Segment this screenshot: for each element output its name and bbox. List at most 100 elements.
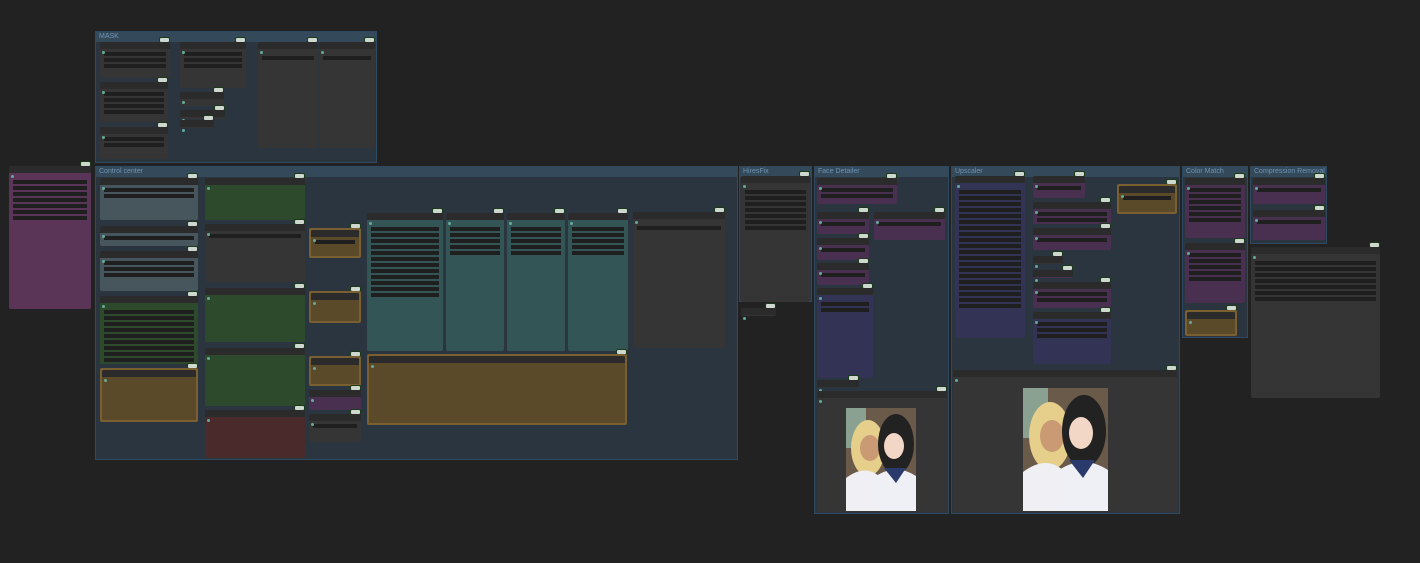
node-widget[interactable] bbox=[1189, 200, 1241, 204]
node-widget[interactable] bbox=[1189, 188, 1241, 192]
node-widget[interactable] bbox=[511, 233, 561, 237]
input-slot[interactable] bbox=[207, 419, 210, 422]
node-widget[interactable] bbox=[104, 58, 166, 62]
node-widget[interactable] bbox=[745, 214, 806, 218]
node-widget[interactable] bbox=[1255, 285, 1376, 289]
node-widget[interactable] bbox=[959, 286, 1021, 290]
node-widget[interactable] bbox=[511, 227, 561, 231]
node-title-bar[interactable] bbox=[311, 230, 359, 237]
input-slot[interactable] bbox=[313, 239, 316, 242]
node-widget[interactable] bbox=[371, 239, 439, 243]
node-title-bar[interactable] bbox=[817, 238, 869, 245]
node-widget[interactable] bbox=[745, 220, 806, 224]
node-widget[interactable] bbox=[371, 227, 439, 231]
node-widget[interactable] bbox=[959, 226, 1021, 230]
node-widget[interactable] bbox=[450, 227, 500, 231]
workflow-node[interactable] bbox=[817, 380, 859, 392]
node-title-bar[interactable] bbox=[633, 212, 725, 219]
node-widget[interactable] bbox=[371, 293, 439, 297]
node-widget[interactable] bbox=[959, 262, 1021, 266]
workflow-node[interactable] bbox=[100, 251, 198, 291]
workflow-node[interactable] bbox=[741, 308, 776, 320]
workflow-node[interactable] bbox=[817, 288, 873, 378]
node-widget[interactable] bbox=[1037, 238, 1107, 242]
workflow-node[interactable] bbox=[205, 288, 305, 342]
node-widget[interactable] bbox=[1037, 334, 1107, 338]
workflow-node[interactable] bbox=[9, 166, 91, 309]
workflow-node[interactable] bbox=[100, 226, 198, 246]
node-title-bar[interactable] bbox=[100, 296, 198, 303]
workflow-node[interactable] bbox=[817, 178, 897, 204]
node-widget[interactable] bbox=[959, 250, 1021, 254]
node-widget[interactable] bbox=[959, 298, 1021, 302]
node-widget[interactable] bbox=[821, 194, 893, 198]
node-title-bar[interactable] bbox=[367, 213, 443, 220]
workflow-node[interactable] bbox=[955, 176, 1025, 338]
input-slot[interactable] bbox=[955, 379, 958, 382]
node-widget[interactable] bbox=[450, 251, 500, 255]
node-widget[interactable] bbox=[1189, 265, 1241, 269]
node-widget[interactable] bbox=[13, 180, 87, 184]
node-title-bar[interactable] bbox=[100, 226, 198, 233]
workflow-node[interactable] bbox=[319, 42, 375, 148]
node-title-bar[interactable] bbox=[953, 370, 1177, 377]
node-title-bar[interactable] bbox=[817, 380, 859, 387]
node-title-bar[interactable] bbox=[258, 42, 318, 49]
node-widget[interactable] bbox=[821, 302, 869, 306]
workflow-node[interactable] bbox=[180, 120, 214, 132]
input-slot[interactable] bbox=[1189, 321, 1192, 324]
node-widget[interactable] bbox=[104, 104, 164, 108]
node-widget[interactable] bbox=[1037, 298, 1107, 302]
node-widget[interactable] bbox=[104, 236, 194, 240]
input-slot[interactable] bbox=[743, 317, 746, 320]
node-title-bar[interactable] bbox=[1033, 176, 1085, 183]
node-widget[interactable] bbox=[104, 261, 194, 265]
node-title-bar[interactable] bbox=[9, 166, 91, 173]
input-slot[interactable] bbox=[1035, 291, 1038, 294]
node-widget[interactable] bbox=[821, 222, 865, 226]
node-title-bar[interactable] bbox=[1251, 247, 1380, 254]
workflow-node[interactable] bbox=[741, 176, 810, 302]
node-widget[interactable] bbox=[371, 245, 439, 249]
node-widget[interactable] bbox=[450, 245, 500, 249]
input-slot[interactable] bbox=[182, 129, 185, 132]
node-title-bar[interactable] bbox=[1033, 228, 1111, 235]
node-widget[interactable] bbox=[1037, 212, 1107, 216]
node-widget[interactable] bbox=[104, 188, 194, 192]
node-widget[interactable] bbox=[13, 186, 87, 190]
node-widget[interactable] bbox=[13, 192, 87, 196]
input-slot[interactable] bbox=[102, 51, 105, 54]
node-widget[interactable] bbox=[959, 268, 1021, 272]
workflow-node[interactable] bbox=[817, 263, 869, 285]
input-slot[interactable] bbox=[957, 185, 960, 188]
node-widget[interactable] bbox=[104, 316, 194, 320]
node-widget[interactable] bbox=[104, 322, 194, 326]
node-widget[interactable] bbox=[104, 340, 194, 344]
node-widget[interactable] bbox=[104, 98, 164, 102]
node-title-bar[interactable] bbox=[309, 414, 361, 421]
node-widget[interactable] bbox=[572, 233, 624, 237]
input-slot[interactable] bbox=[819, 297, 822, 300]
input-slot[interactable] bbox=[1035, 185, 1038, 188]
node-widget[interactable] bbox=[184, 58, 242, 62]
node-widget[interactable] bbox=[821, 273, 865, 277]
node-widget[interactable] bbox=[1189, 212, 1241, 216]
input-slot[interactable] bbox=[102, 136, 105, 139]
node-title-bar[interactable] bbox=[309, 390, 361, 397]
node-title-bar[interactable] bbox=[311, 358, 359, 365]
input-slot[interactable] bbox=[819, 187, 822, 190]
workflow-node[interactable] bbox=[817, 238, 869, 260]
node-title-bar[interactable] bbox=[874, 212, 945, 219]
node-widget[interactable] bbox=[1037, 292, 1107, 296]
node-title-bar[interactable] bbox=[100, 42, 170, 49]
workflow-node[interactable] bbox=[100, 368, 198, 422]
node-widget[interactable] bbox=[104, 64, 166, 68]
node-title-bar[interactable] bbox=[741, 308, 776, 315]
node-widget[interactable] bbox=[371, 281, 439, 285]
node-widget[interactable] bbox=[745, 208, 806, 212]
node-widget[interactable] bbox=[1189, 218, 1241, 222]
workflow-node[interactable] bbox=[205, 224, 305, 282]
node-title-bar[interactable] bbox=[102, 370, 196, 377]
node-widget[interactable] bbox=[572, 251, 624, 255]
node-title-bar[interactable] bbox=[311, 293, 359, 300]
